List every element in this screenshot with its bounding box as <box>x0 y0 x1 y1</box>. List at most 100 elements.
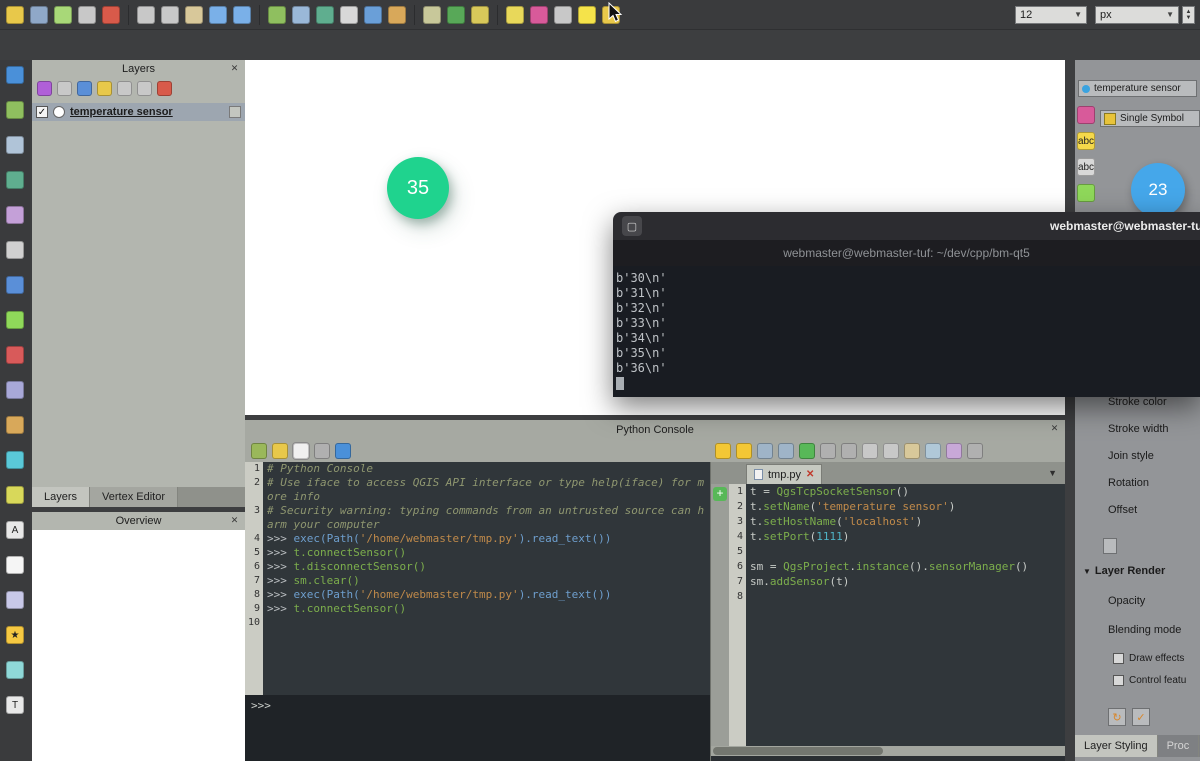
view-3d-icon[interactable] <box>1077 184 1095 202</box>
save-layer-edits-icon[interactable] <box>30 6 48 24</box>
remove-layer-icon[interactable] <box>157 81 172 96</box>
paste-text-icon[interactable] <box>904 443 920 459</box>
save-script-as-icon[interactable] <box>778 443 794 459</box>
terminal-app-icon[interactable]: ▢ <box>622 216 642 236</box>
toggle-editing-icon[interactable] <box>6 6 24 24</box>
live-update-button[interactable]: ↻ <box>1108 708 1126 726</box>
panel-splitter[interactable] <box>245 415 1065 420</box>
label-highlight-icon[interactable] <box>578 6 596 24</box>
close-icon[interactable]: ✕ <box>228 62 241 75</box>
checkbox-row-draw-effects[interactable]: Draw effects <box>1113 651 1186 665</box>
add-point-cloud-icon[interactable] <box>6 206 24 224</box>
add-oracle-icon[interactable] <box>6 346 24 364</box>
select-annotation-icon[interactable] <box>6 556 24 574</box>
add-vector-layer-icon[interactable] <box>6 101 24 119</box>
move-feature-icon[interactable] <box>78 6 96 24</box>
run-script-icon[interactable] <box>799 443 815 459</box>
add-delimited-text-icon[interactable] <box>6 241 24 259</box>
panel-splitter[interactable] <box>1065 60 1075 761</box>
filter-legend-icon[interactable] <box>97 81 112 96</box>
layer-visibility-checkbox[interactable]: ✓ <box>36 106 48 118</box>
size-spinner[interactable]: ▲▼ <box>1182 6 1195 24</box>
console-help-icon[interactable] <box>335 443 351 459</box>
offset-spinbox[interactable] <box>1103 538 1117 554</box>
checkbox-row-control-featu[interactable]: Control featu <box>1113 673 1186 687</box>
editor-tab-tmp-py[interactable]: tmp.py ✕ <box>746 464 822 484</box>
new-shapefile-icon[interactable] <box>423 6 441 24</box>
save-script-icon[interactable] <box>757 443 773 459</box>
close-tab-icon[interactable]: ✕ <box>806 469 814 480</box>
tab-layers[interactable]: Layers <box>32 487 90 507</box>
tab-list-dropdown-icon[interactable]: ▼ <box>1048 468 1057 478</box>
checkbox[interactable] <box>1113 653 1124 664</box>
html-annotation-icon[interactable] <box>6 661 24 679</box>
redo-icon[interactable] <box>233 6 251 24</box>
font-units-combo[interactable]: px ▼ <box>1095 6 1179 24</box>
apply-style-button[interactable]: ✓ <box>1132 708 1150 726</box>
editor-hscrollbar[interactable] <box>711 746 1065 756</box>
comment-code-icon[interactable] <box>820 443 836 459</box>
console-options-icon[interactable] <box>314 443 330 459</box>
add-vector-layer-icon[interactable] <box>268 6 286 24</box>
editor-hscrollbar-thumb[interactable] <box>713 747 883 755</box>
terminal-tab[interactable]: webmaster@webmaster-tuf: ~/dev/cpp/bm-qt… <box>783 246 1030 260</box>
clear-console-icon[interactable] <box>251 443 267 459</box>
copy-features-icon[interactable] <box>161 6 179 24</box>
console-input[interactable]: >>> <box>245 695 710 761</box>
undo-icon[interactable] <box>209 6 227 24</box>
console-output[interactable]: 1# Python Console2# Use iface to access … <box>245 462 710 695</box>
open-layer-styling-icon[interactable] <box>37 81 52 96</box>
open-script-icon[interactable] <box>715 443 731 459</box>
labels-icon[interactable]: abc <box>1077 132 1095 150</box>
import-class-icon[interactable] <box>272 443 288 459</box>
polygon-annotation-icon[interactable] <box>6 591 24 609</box>
add-postgis-layer-icon[interactable] <box>364 6 382 24</box>
symbology-icon[interactable] <box>1077 106 1095 124</box>
add-delimited-text-icon[interactable] <box>340 6 358 24</box>
layer-labeling-icon[interactable] <box>506 6 524 24</box>
browser-icon[interactable] <box>6 66 24 84</box>
checkbox[interactable] <box>1113 675 1124 686</box>
editor-options-icon[interactable] <box>967 443 983 459</box>
add-virtual-layer-icon[interactable] <box>6 381 24 399</box>
font-size-combo[interactable]: 12 ▼ <box>1015 6 1087 24</box>
add-wfs-icon[interactable] <box>6 486 24 504</box>
filter-by-expression-icon[interactable] <box>117 81 132 96</box>
cut-text-icon[interactable] <box>862 443 878 459</box>
add-postgis-icon[interactable] <box>6 276 24 294</box>
add-raster-layer-icon[interactable] <box>6 136 24 154</box>
manage-map-themes-icon[interactable] <box>77 81 92 96</box>
symbol-type-combo[interactable]: Single Symbol <box>1100 110 1200 127</box>
tab-proc[interactable]: Proc <box>1158 735 1200 757</box>
new-editor-tab-button[interactable]: + <box>713 487 727 501</box>
terminal-window[interactable]: ▢ webmaster@webmaster-tuf webmaster@webm… <box>613 212 1200 397</box>
masks-icon[interactable]: abc <box>1077 158 1095 176</box>
cut-features-icon[interactable] <box>137 6 155 24</box>
layer-diagram-icon[interactable] <box>530 6 548 24</box>
uncomment-code-icon[interactable] <box>841 443 857 459</box>
label-pin-icon[interactable] <box>554 6 572 24</box>
add-raster-layer-icon[interactable] <box>292 6 310 24</box>
paste-features-icon[interactable] <box>185 6 203 24</box>
new-geopackage-icon[interactable] <box>447 6 465 24</box>
add-wms-layer-icon[interactable] <box>388 6 406 24</box>
expand-all-icon[interactable] <box>137 81 152 96</box>
layer-rendering-section[interactable]: ▼Layer Render <box>1083 565 1165 577</box>
field-calculator-icon[interactable] <box>471 6 489 24</box>
layer-item-temperature-sensor[interactable]: ✓ temperature sensor <box>32 103 245 121</box>
styling-layer-combo[interactable]: temperature sensor <box>1078 80 1197 97</box>
add-wms-icon[interactable] <box>6 416 24 434</box>
add-feature-icon[interactable] <box>54 6 72 24</box>
close-icon[interactable]: ✕ <box>228 514 241 527</box>
show-editor-icon[interactable] <box>293 443 309 459</box>
terminal-output[interactable]: b'30\n'b'31\n'b'32\n'b'33\n'b'34\n'b'35\… <box>613 266 1200 397</box>
find-text-icon[interactable] <box>925 443 941 459</box>
add-mesh-layer-icon[interactable] <box>6 171 24 189</box>
text-annotation-icon[interactable]: A <box>6 521 24 539</box>
tab-layer-styling[interactable]: Layer Styling <box>1075 735 1158 757</box>
copy-text-icon[interactable] <box>883 443 899 459</box>
object-inspector-icon[interactable] <box>946 443 962 459</box>
annotation-toolbar-icon[interactable]: T <box>6 696 24 714</box>
tab-vertex-editor[interactable]: Vertex Editor <box>90 487 178 507</box>
delete-selected-icon[interactable] <box>102 6 120 24</box>
